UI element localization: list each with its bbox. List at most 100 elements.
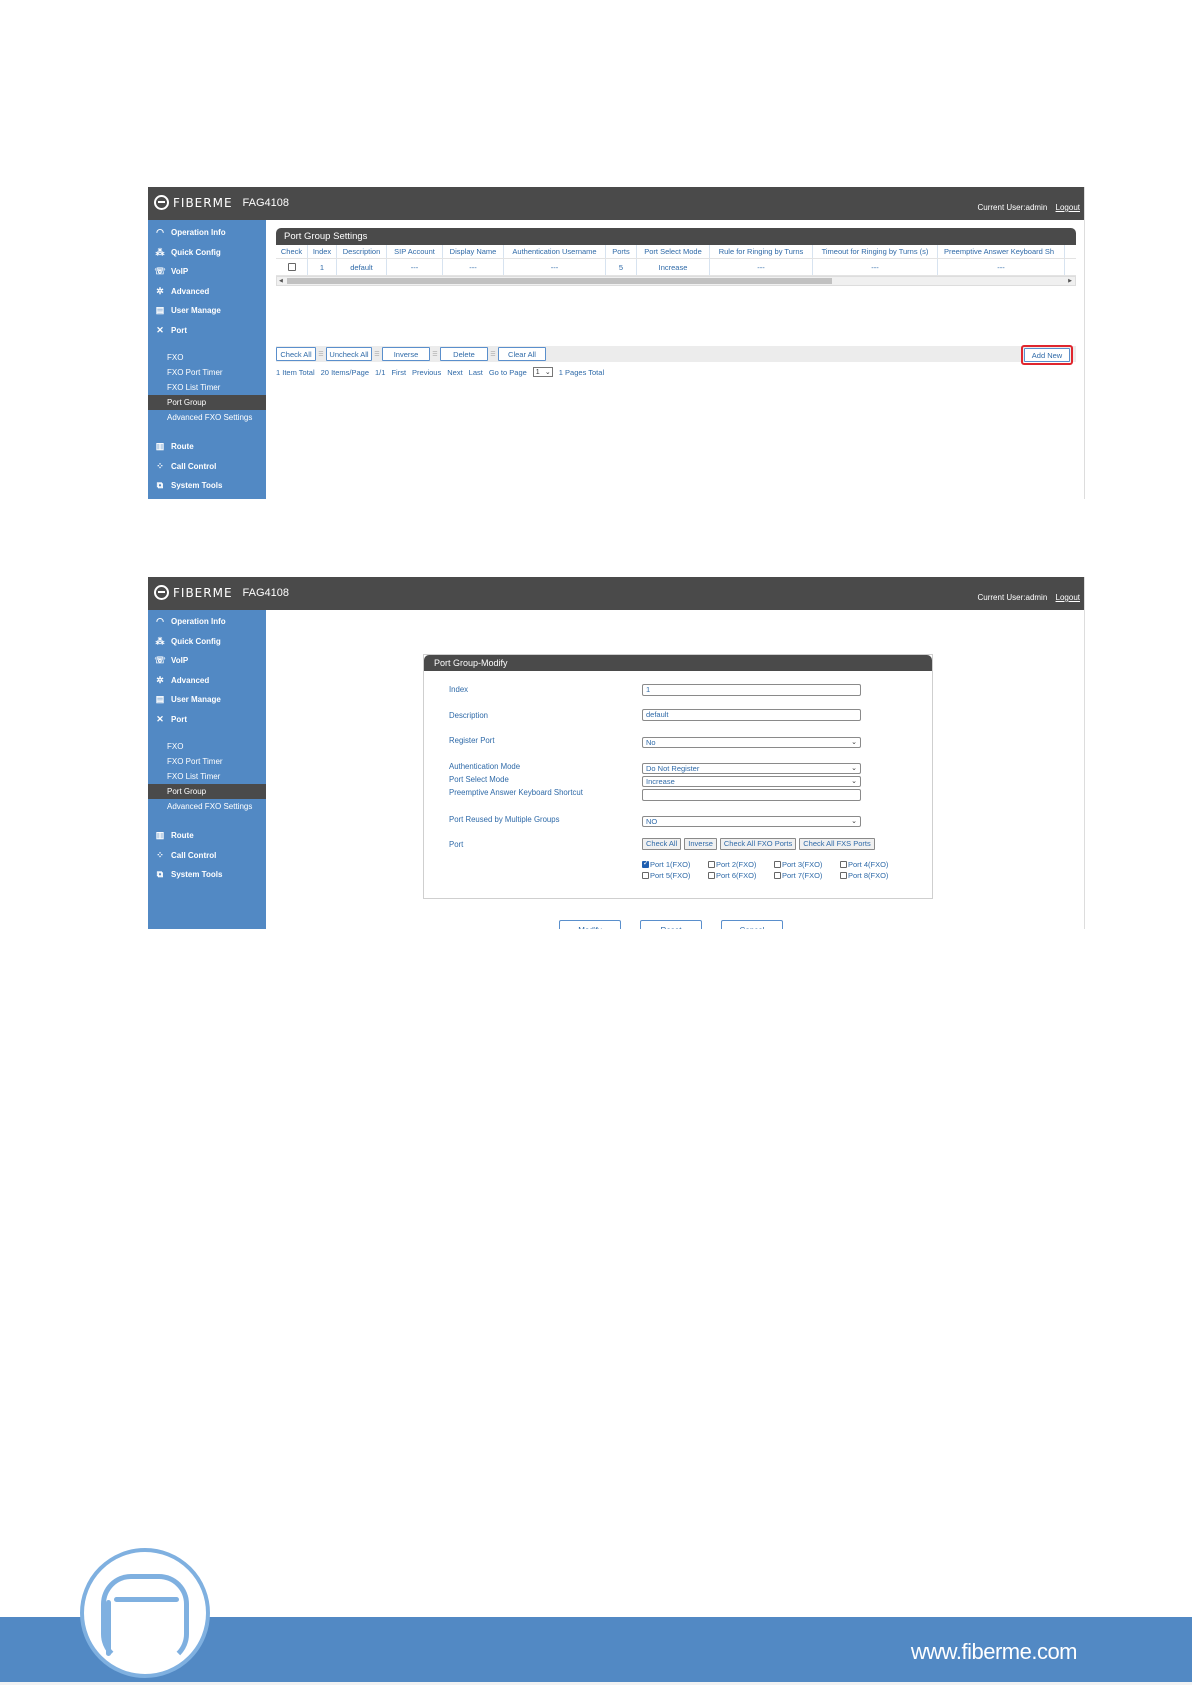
sidebar-item-advanced[interactable]: ✲ Advanced	[148, 282, 266, 302]
clear-all-button[interactable]: Clear All	[498, 347, 546, 361]
port-5-checkbox[interactable]	[642, 872, 649, 879]
col-display-name: Display Name	[443, 245, 504, 258]
sidebar-subitem-fxo[interactable]: FXO	[148, 350, 266, 365]
sidebar-item-operation-info[interactable]: ◠ Operation Info	[148, 612, 266, 632]
auth-mode-select[interactable]: Do Not Register ⌄	[642, 763, 861, 774]
uncheck-all-button[interactable]: Uncheck All	[326, 347, 372, 361]
sidebar-subitem-advanced-fxo-settings[interactable]: Advanced FXO Settings	[148, 799, 266, 814]
sidebar-item-route[interactable]: ▥ Route	[148, 437, 266, 457]
sidebar-item-user-manage[interactable]: ▤ User Manage	[148, 301, 266, 321]
port-1-option[interactable]: Port 1(FXO)	[642, 859, 708, 869]
sidebar-subitem-advanced-fxo-settings[interactable]: Advanced FXO Settings	[148, 410, 266, 425]
horizontal-scrollbar[interactable]: ◀ ▶	[276, 276, 1076, 286]
sidebar-subitem-fxo-port-timer[interactable]: FXO Port Timer	[148, 365, 266, 380]
sidebar-item-quick-config[interactable]: ⁂ Quick Config	[148, 632, 266, 652]
page-select[interactable]: 1 ⌄	[532, 367, 553, 377]
items-total: 1 Item Total	[276, 367, 315, 377]
next-page-link[interactable]: Next	[447, 368, 462, 377]
first-page-link[interactable]: First	[391, 368, 406, 377]
sidebar-subitem-fxo[interactable]: FXO	[148, 739, 266, 754]
logout-link[interactable]: Logout	[1056, 203, 1080, 212]
phone-icon: ☏	[154, 266, 166, 277]
row-description-link[interactable]: default	[337, 259, 387, 275]
fiberme-logo-icon	[154, 585, 169, 600]
port-7-checkbox[interactable]	[774, 872, 781, 879]
row-checkbox[interactable]	[287, 263, 296, 271]
modify-button[interactable]: Modify	[559, 920, 621, 929]
chevron-down-icon: ⌄	[544, 369, 551, 376]
sidebar-item-user-manage[interactable]: ▤ User Manage	[148, 690, 266, 710]
reset-button[interactable]: Reset	[640, 920, 702, 929]
index-field[interactable]: 1	[642, 684, 861, 696]
add-new-highlight: Add New	[1021, 345, 1073, 365]
add-new-button[interactable]: Add New	[1024, 348, 1070, 362]
top-bar: FIBERME FAG4108 Current User:admin Logou…	[148, 187, 1084, 220]
last-page-link[interactable]: Last	[469, 368, 483, 377]
sidebar-item-system-tools[interactable]: ⧉ System Tools	[148, 865, 266, 885]
gear-icon: ✲	[156, 285, 164, 296]
sidebar-item-operation-info[interactable]: ◠ Operation Info	[148, 223, 266, 243]
separator: ☰	[318, 351, 324, 358]
row-rule-ringing: ---	[710, 259, 813, 275]
logout-link[interactable]: Logout	[1056, 593, 1080, 602]
route-icon: ▥	[155, 830, 165, 841]
scroll-thumb[interactable]	[287, 278, 832, 284]
form-title: Port Group-Modify	[424, 655, 932, 671]
register-port-select[interactable]: No ⌄	[642, 737, 861, 748]
sidebar-subitem-port-group[interactable]: Port Group	[148, 395, 266, 410]
gauge-icon: ◠	[156, 227, 164, 238]
port-3-checkbox[interactable]	[774, 861, 781, 868]
port-3-option[interactable]: Port 3(FXO)	[774, 860, 840, 869]
port-4-checkbox[interactable]	[840, 861, 847, 868]
port-4-option[interactable]: Port 4(FXO)	[840, 860, 906, 869]
port-2-checkbox[interactable]	[708, 861, 715, 868]
chevron-down-icon: ⌄	[851, 778, 857, 785]
sidebar-subitem-fxo-list-timer[interactable]: FXO List Timer	[148, 380, 266, 395]
preemptive-field[interactable]	[642, 789, 861, 801]
port-7-option[interactable]: Port 7(FXO)	[774, 871, 840, 880]
sidebar-item-call-control[interactable]: ⁘ Call Control	[148, 846, 266, 866]
scroll-right-icon[interactable]: ▶	[1068, 278, 1072, 284]
inverse-button[interactable]: Inverse	[382, 347, 430, 361]
sidebar-subitem-port-group[interactable]: Port Group	[148, 784, 266, 799]
check-all-fxs-button[interactable]: Check All FXS Ports	[799, 838, 875, 850]
brand-logo: FIBERME FAG4108	[154, 195, 289, 210]
col-port-select-mode: Port Select Mode	[637, 245, 710, 258]
sidebar-item-route[interactable]: ▥ Route	[148, 826, 266, 846]
port-inverse-button[interactable]: Inverse	[684, 838, 717, 850]
model-name: FAG4108	[242, 196, 290, 209]
port-check-all-button[interactable]: Check All	[642, 838, 682, 850]
port-8-checkbox[interactable]	[840, 872, 847, 879]
sidebar-item-advanced[interactable]: ✲ Advanced	[148, 671, 266, 691]
port-6-option[interactable]: Port 6(FXO)	[708, 871, 774, 880]
port-2-option[interactable]: Port 2(FXO)	[708, 860, 774, 869]
cancel-button[interactable]: Cancel	[721, 920, 783, 929]
port-8-option[interactable]: Port 8(FXO)	[840, 871, 906, 880]
port-5-option[interactable]: Port 5(FXO)	[642, 871, 708, 880]
scroll-left-icon[interactable]: ◀	[279, 278, 283, 284]
sidebar-subitem-fxo-list-timer[interactable]: FXO List Timer	[148, 769, 266, 784]
sidebar-item-system-tools[interactable]: ⧉ System Tools	[148, 476, 266, 496]
fiberme-footer-logo-icon	[80, 1548, 210, 1678]
description-field[interactable]: default	[642, 709, 861, 721]
sidebar-item-voip[interactable]: ☏ VoIP	[148, 262, 266, 282]
sidebar-subitem-fxo-port-timer[interactable]: FXO Port Timer	[148, 754, 266, 769]
gauge-icon: ◠	[156, 616, 164, 627]
model-name: FAG4108	[242, 586, 290, 599]
sidebar-item-call-control[interactable]: ⁘ Call Control	[148, 457, 266, 477]
check-all-fxo-button[interactable]: Check All FXO Ports	[719, 838, 797, 850]
check-all-button[interactable]: Check All	[276, 347, 316, 361]
port-6-checkbox[interactable]	[708, 872, 715, 879]
sidebar-item-port[interactable]: ✕ Port	[148, 321, 266, 341]
previous-page-link[interactable]: Previous	[412, 368, 441, 377]
sidebar-item-voip[interactable]: ☏ VoIP	[148, 651, 266, 671]
delete-button[interactable]: Delete	[440, 347, 488, 361]
reused-select[interactable]: NO ⌄	[642, 816, 861, 827]
page-indicator: 1/1	[375, 367, 386, 377]
chevron-down-icon: ⌄	[851, 765, 857, 772]
port-1-checkbox[interactable]	[642, 859, 649, 868]
sidebar-item-quick-config[interactable]: ⁂ Quick Config	[148, 243, 266, 263]
table-row: 1 default --- --- --- 5 Increase --- ---…	[276, 259, 1076, 276]
sidebar-item-port[interactable]: ✕ Port	[148, 710, 266, 730]
port-select-mode-select[interactable]: Increase ⌄	[642, 776, 861, 787]
